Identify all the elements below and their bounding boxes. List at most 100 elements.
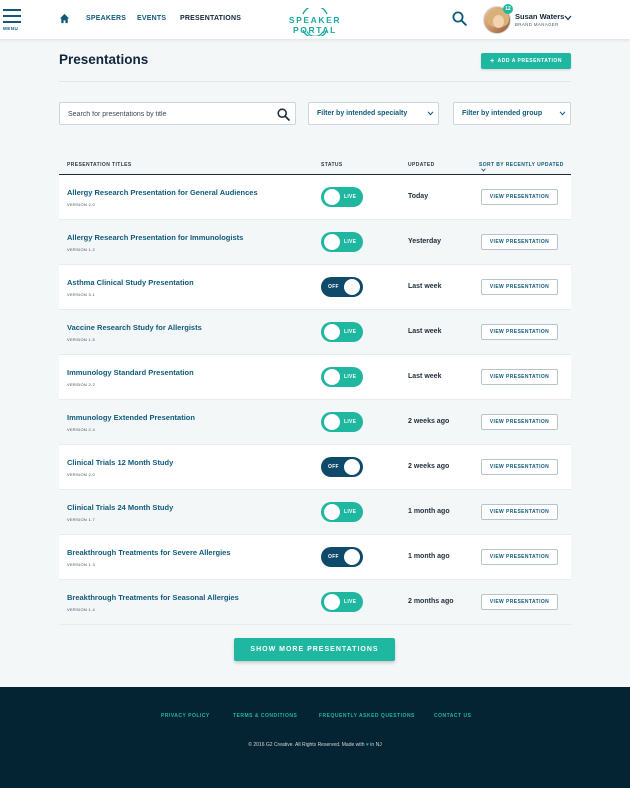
- updated-value: Last week: [408, 328, 442, 335]
- presentation-version: VERSION 1.4: [67, 607, 95, 612]
- updated-value: Last week: [408, 283, 442, 290]
- status-toggle[interactable]: LIVE: [321, 187, 363, 207]
- filter-specialty-dropdown[interactable]: Filter by intended specialty: [308, 102, 439, 125]
- toggle-knob: [344, 459, 360, 475]
- divider: [59, 81, 571, 82]
- chevron-down-icon: [559, 111, 566, 116]
- search-icon[interactable]: [452, 11, 467, 26]
- presentation-title-link[interactable]: Asthma Clinical Study Presentation: [67, 278, 194, 287]
- menu-label: MENU: [3, 26, 19, 31]
- home-icon[interactable]: [59, 13, 70, 24]
- search-input[interactable]: [68, 108, 268, 120]
- table-header: PRESENTATION TITLES STATUS UPDATED SORT …: [59, 160, 571, 175]
- presentation-title-link[interactable]: Breakthrough Treatments for Severe Aller…: [67, 548, 231, 557]
- filter-group-dropdown[interactable]: Filter by intended group: [453, 102, 571, 125]
- nav-speakers[interactable]: SPEAKERS: [86, 15, 126, 22]
- view-presentation-button[interactable]: VIEW PRESENTATION: [481, 324, 558, 340]
- copyright-text: © 2016 G2 Creative. All Rights Reserved.…: [248, 742, 365, 748]
- updated-value: 2 weeks ago: [408, 463, 450, 470]
- view-presentation-button[interactable]: VIEW PRESENTATION: [481, 504, 558, 520]
- notification-badge[interactable]: 12: [503, 4, 513, 14]
- presentation-title-link[interactable]: Clinical Trials 24 Month Study: [67, 503, 173, 512]
- status-label: LIVE: [344, 419, 357, 425]
- presentation-version: VERSION 1.2: [67, 247, 95, 252]
- status-toggle[interactable]: LIVE: [321, 367, 363, 387]
- updated-value: 2 weeks ago: [408, 418, 450, 425]
- presentation-version: VERSION 1.5: [67, 337, 95, 342]
- nav-events[interactable]: EVENTS: [137, 15, 166, 22]
- view-presentation-button[interactable]: VIEW PRESENTATION: [481, 279, 558, 295]
- presentation-version: VERSION 3.1: [67, 292, 95, 297]
- view-presentation-button[interactable]: VIEW PRESENTATION: [481, 234, 558, 250]
- footer-link-privacy[interactable]: PRIVACY POLICY: [161, 713, 210, 719]
- updated-value: Last week: [408, 373, 442, 380]
- presentation-title-link[interactable]: Breakthrough Treatments for Seasonal All…: [67, 593, 239, 602]
- presentation-version: VERSION 2.2: [67, 382, 95, 387]
- presentation-version: VERSION 1.7: [67, 517, 95, 522]
- menu-button[interactable]: MENU: [2, 9, 22, 35]
- table-row: Allergy Research Presentation for Immuno…: [59, 220, 571, 265]
- footer-link-terms[interactable]: TERMS & CONDITIONS: [233, 713, 297, 719]
- presentation-title-link[interactable]: Clinical Trials 12 Month Study: [67, 458, 173, 467]
- search-icon[interactable]: [277, 108, 290, 121]
- nav-presentations[interactable]: PRESENTATIONS: [180, 15, 241, 22]
- show-more-button[interactable]: SHOW MORE PRESENTATIONS: [234, 638, 395, 661]
- footer: PRIVACY POLICY TERMS & CONDITIONS FREQUE…: [0, 687, 630, 788]
- top-header: MENU SPEAKERS EVENTS PRESENTATIONS SPEAK…: [0, 0, 630, 40]
- updated-value: 1 month ago: [408, 508, 450, 515]
- user-name[interactable]: Susan Waters: [515, 12, 564, 21]
- updated-value: Yesterday: [408, 238, 442, 245]
- avatar-face: [493, 15, 504, 28]
- presentation-title-link[interactable]: Vaccine Research Study for Allergists: [67, 323, 202, 332]
- table-row: Clinical Trials 24 Month Study VERSION 1.…: [59, 490, 571, 535]
- presentation-title-link[interactable]: Allergy Research Presentation for Genera…: [67, 188, 258, 197]
- status-label: OFF: [328, 554, 339, 560]
- status-toggle[interactable]: LIVE: [321, 412, 363, 432]
- presentation-version: VERSION 2.4: [67, 427, 95, 432]
- table-row: Immunology Standard Presentation VERSION …: [59, 355, 571, 400]
- view-presentation-button[interactable]: VIEW PRESENTATION: [481, 594, 558, 610]
- menu-bar: [3, 21, 21, 23]
- table-row: Breakthrough Treatments for Seasonal All…: [59, 580, 571, 625]
- speaker-portal-logo[interactable]: SPEAKER PORTAL: [270, 8, 360, 36]
- copyright: © 2016 G2 Creative. All Rights Reserved.…: [0, 742, 630, 748]
- add-presentation-button[interactable]: + ADD A PRESENTATION: [481, 53, 571, 69]
- chevron-down-icon[interactable]: [564, 15, 572, 21]
- chevron-down-icon: [427, 111, 434, 116]
- view-presentation-button[interactable]: VIEW PRESENTATION: [481, 414, 558, 430]
- status-toggle[interactable]: LIVE: [321, 502, 363, 522]
- status-label: LIVE: [344, 194, 357, 200]
- status-toggle[interactable]: OFF: [321, 547, 363, 567]
- view-presentation-button[interactable]: VIEW PRESENTATION: [481, 459, 558, 475]
- search-field[interactable]: [59, 102, 296, 125]
- sort-label: SORT BY RECENTLY UPDATED: [479, 162, 564, 168]
- presentation-title-link[interactable]: Allergy Research Presentation for Immuno…: [67, 233, 243, 242]
- footer-link-faq[interactable]: FREQUENTLY ASKED QUESTIONS: [319, 713, 415, 719]
- table-row: Breakthrough Treatments for Severe Aller…: [59, 535, 571, 580]
- status-toggle[interactable]: OFF: [321, 457, 363, 477]
- status-toggle[interactable]: LIVE: [321, 232, 363, 252]
- status-toggle[interactable]: OFF: [321, 277, 363, 297]
- updated-value: Today: [408, 193, 429, 200]
- presentation-title-link[interactable]: Immunology Standard Presentation: [67, 368, 194, 377]
- heart-icon: ♥: [365, 742, 369, 748]
- view-presentation-button[interactable]: VIEW PRESENTATION: [481, 369, 558, 385]
- toggle-knob: [324, 189, 340, 205]
- toggle-knob: [324, 369, 340, 385]
- status-label: OFF: [328, 284, 339, 290]
- status-toggle[interactable]: LIVE: [321, 322, 363, 342]
- status-label: LIVE: [344, 239, 357, 245]
- footer-link-contact[interactable]: CONTACT US: [434, 713, 471, 719]
- status-label: LIVE: [344, 599, 357, 605]
- status-toggle[interactable]: LIVE: [321, 592, 363, 612]
- filter-group-label: Filter by intended group: [462, 110, 543, 117]
- table-row: Asthma Clinical Study Presentation VERSIO…: [59, 265, 571, 310]
- presentation-title-link[interactable]: Immunology Extended Presentation: [67, 413, 195, 422]
- view-presentation-button[interactable]: VIEW PRESENTATION: [481, 549, 558, 565]
- toggle-knob: [344, 549, 360, 565]
- view-presentation-button[interactable]: VIEW PRESENTATION: [481, 189, 558, 205]
- presentation-version: VERSION 2.0: [67, 202, 95, 207]
- sort-dropdown[interactable]: SORT BY RECENTLY UPDATED: [479, 162, 571, 174]
- updated-value: 1 month ago: [408, 553, 450, 560]
- toggle-knob: [324, 234, 340, 250]
